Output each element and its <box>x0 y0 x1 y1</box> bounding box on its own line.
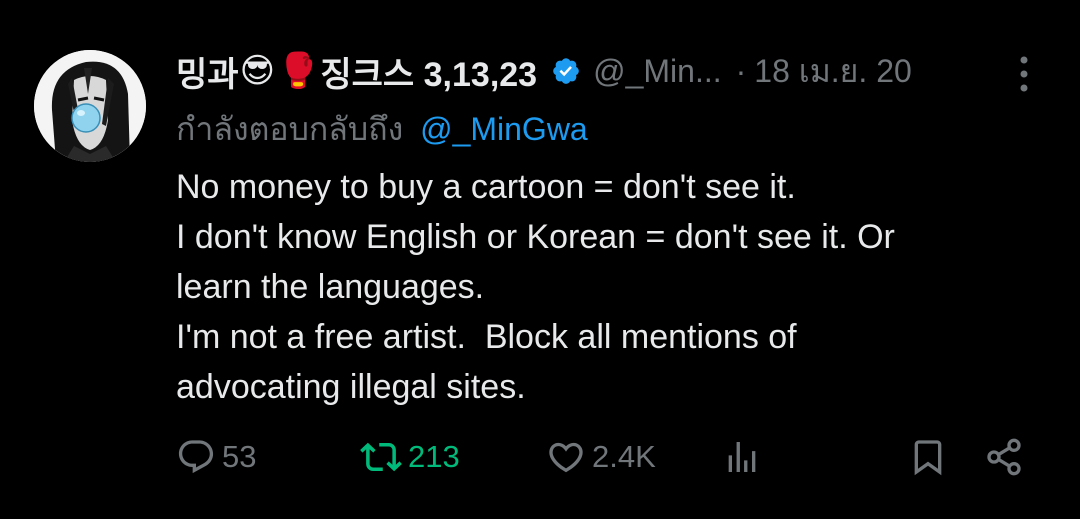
bookmark-button[interactable] <box>908 432 948 482</box>
retweet-arrows-icon <box>360 442 402 472</box>
bar-chart-icon <box>728 442 756 472</box>
share-button[interactable] <box>984 432 1024 482</box>
views-button[interactable] <box>722 432 762 482</box>
heart-icon <box>549 442 583 473</box>
author-name-suffix: 징크스 3,13,23 <box>320 55 538 94</box>
tweet-text-line: learn the languages. <box>176 268 485 306</box>
author-display-name[interactable]: 밍과 😎 🥊 징크스 3,13,23 <box>176 47 537 96</box>
more-options-button[interactable] <box>1012 54 1036 94</box>
like-button[interactable]: 2.4K <box>546 432 656 482</box>
author-name-prefix: 밍과 <box>176 55 239 94</box>
tweet-text: No money to buy a cartoon = don't see it… <box>176 162 1036 412</box>
avatar[interactable] <box>34 50 146 162</box>
tweet-text-line: advocating illegal sites. <box>176 368 526 406</box>
tweet-header: 밍과 😎 🥊 징크스 3,13,23 @_Min... · 18 เม.ย. 2… <box>176 44 1040 98</box>
retweet-count: 213 <box>408 439 460 474</box>
reply-button[interactable]: 53 <box>176 432 256 482</box>
bookmark-icon <box>914 440 942 476</box>
replying-to-label: กำลังตอบกลับถึง <box>176 111 404 147</box>
vertical-dots-icon <box>1020 56 1028 92</box>
tweet-actions-bar: 53 213 2.4K <box>176 432 1036 482</box>
like-count: 2.4K <box>592 439 656 474</box>
verified-badge-icon <box>553 58 579 84</box>
sunglasses-emoji: 😎 <box>239 52 276 90</box>
boxing-glove-emoji: 🥊 <box>277 52 320 90</box>
replying-to: กำลังตอบกลับถึง @_MinGwa <box>176 104 588 155</box>
author-handle[interactable]: @_Min... <box>593 53 722 90</box>
share-icon <box>987 438 1021 476</box>
avatar-illustration-icon <box>34 50 146 162</box>
speech-bubble-icon <box>178 440 214 474</box>
replying-to-handle[interactable]: @_MinGwa <box>420 111 588 147</box>
tweet-text-line: I don't know English or Korean = don't s… <box>176 218 895 256</box>
reply-count: 53 <box>222 439 257 474</box>
header-separator: · <box>735 52 747 89</box>
tweet-text-line: No money to buy a cartoon = don't see it… <box>176 168 796 206</box>
retweet-button[interactable]: 213 <box>360 432 460 482</box>
tweet-text-line: I'm not a free artist. Block all mention… <box>176 318 797 356</box>
tweet-date[interactable]: 18 เม.ย. 20 <box>754 46 912 97</box>
